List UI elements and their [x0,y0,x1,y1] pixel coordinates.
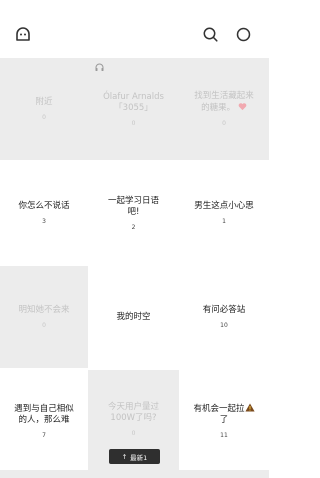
topic-count: 0 [131,430,136,437]
topic-card[interactable]: 你怎么不说话 3 [0,162,88,264]
topic-title: 男生这点小心思 [194,201,254,211]
topic-title-text: 有机会一起拉 [193,404,245,414]
topic-count: 11 [220,432,228,439]
topic-count: 0 [42,114,46,121]
topic-count: 0 [42,322,46,329]
ghost-icon[interactable] [15,27,31,41]
topic-grid: 附近 0 Ólafur Arnalds 「3055」 0 找到生活藏起来 的糖果… [0,58,269,472]
up-arrow-icon: ↑ [121,452,128,461]
topic-count: 7 [42,431,46,439]
next-row-peek [0,470,269,478]
topic-card[interactable]: 遇到与自己相似 的人，那么难 7 [0,370,88,472]
warning-icon [244,403,255,412]
topic-count: 2 [131,223,136,231]
new-posts-button[interactable]: ↑ 最新1 [109,449,160,464]
top-bar [0,0,269,58]
topic-count: 0 [131,119,136,127]
topic-card[interactable]: 有问必答站 10 [179,266,269,368]
topic-title: 遇到与自己相似 的人，那么难 [14,403,74,425]
topic-title: 有问必答站 [202,305,246,315]
topic-card[interactable]: 一起学习日语 吧! 2 [88,162,179,264]
topic-title: 你怎么不说话 [18,201,70,211]
topic-card[interactable]: 明知她不会来 0 [0,266,88,368]
topic-title: Ólafur Arnalds 「3055」 [103,91,164,113]
topic-title: 明知她不会来 [18,305,70,315]
topic-count: 10 [220,322,228,329]
topic-title: 一起学习日语 吧! [107,195,159,217]
topic-title: 有机会一起拉了 [185,403,262,426]
topic-card[interactable]: 附近 0 [0,58,88,160]
search-icon[interactable] [203,27,218,42]
new-posts-label: 最新1 [130,453,148,462]
headphones-icon [95,63,104,71]
topic-card[interactable]: 有机会一起拉了 11 [179,370,269,472]
topic-card[interactable]: 找到生活藏起来 的糖果。 0 [179,58,269,160]
topic-count: 1 [222,218,226,225]
topic-title: 找到生活藏起来 的糖果。 [186,91,262,114]
topic-count: 0 [222,120,226,127]
profile-circle-icon[interactable] [236,27,251,42]
topic-title-text-2: 了 [219,415,229,425]
topic-title: 今天用户量过 100W了吗? [107,402,159,423]
topic-count: 3 [42,218,46,225]
topic-card[interactable]: 男生这点小心思 1 [179,162,269,264]
topic-card[interactable]: Ólafur Arnalds 「3055」 0 [88,58,179,160]
topic-title: 附近 [35,97,53,107]
topic-card[interactable]: 我的时空 [88,266,179,368]
heart-icon [238,102,247,111]
topic-title: 我的时空 [116,311,151,322]
